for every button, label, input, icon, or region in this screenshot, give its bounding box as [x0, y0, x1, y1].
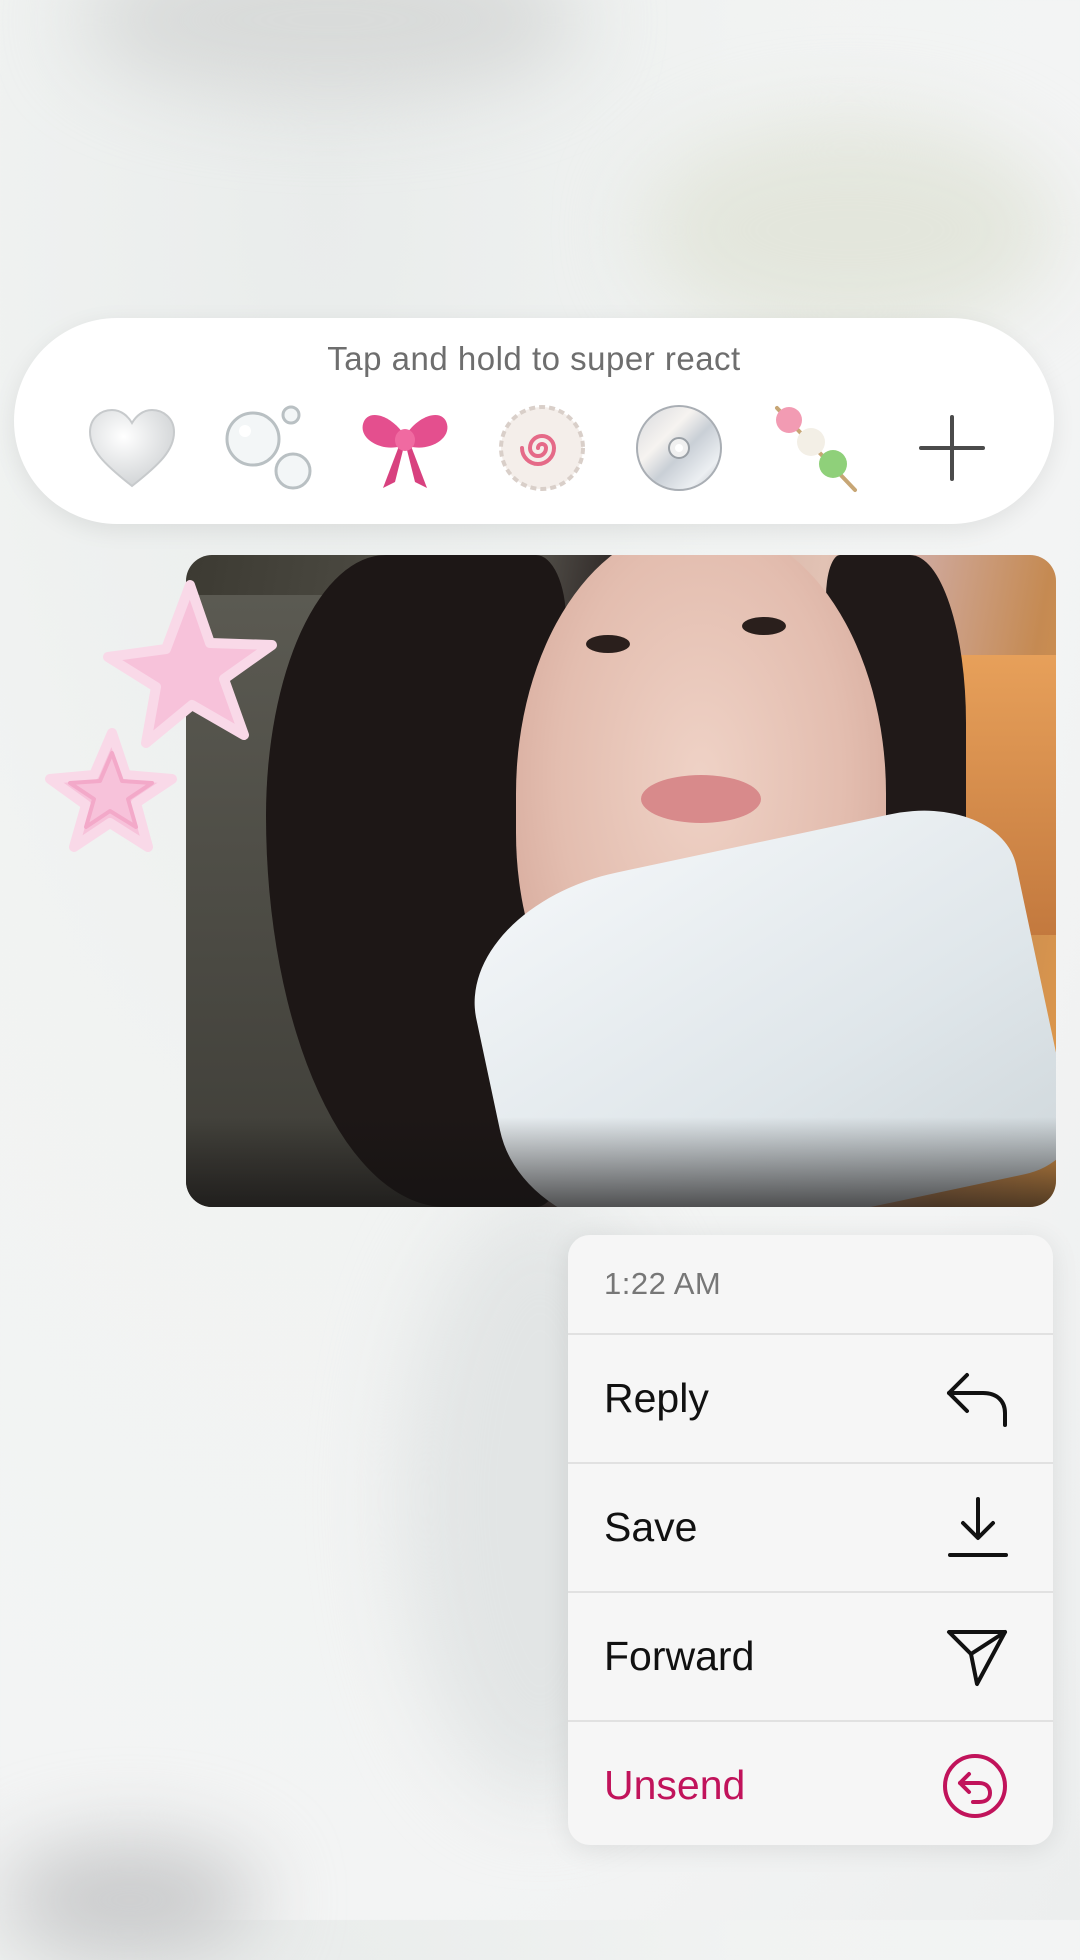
message-context-menu: 1:22 AM Reply Save Forward Unsend [568, 1235, 1053, 1845]
reply-label: Reply [604, 1375, 709, 1421]
save-label: Save [604, 1504, 698, 1550]
photo-eye-right [742, 617, 786, 635]
unsend-label: Unsend [604, 1762, 746, 1808]
dango-icon[interactable] [765, 398, 865, 498]
message-timestamp: 1:22 AM [568, 1235, 1053, 1335]
narutomaki-icon[interactable] [492, 398, 592, 498]
add-reaction-icon[interactable] [902, 398, 1002, 498]
photo-shadow [186, 1117, 1056, 1207]
background-blur [0, 1840, 260, 1960]
white-heart-icon[interactable] [82, 398, 182, 498]
save-menu-item[interactable]: Save [568, 1464, 1053, 1593]
photo-lips [641, 775, 761, 823]
paper-plane-icon [945, 1626, 1009, 1688]
forward-menu-item[interactable]: Forward [568, 1593, 1053, 1722]
reaction-hint: Tap and hold to super react [327, 340, 741, 377]
forward-label: Forward [604, 1633, 755, 1679]
unsend-menu-item[interactable]: Unsend [568, 1722, 1053, 1845]
bubbles-icon[interactable] [219, 398, 319, 498]
download-icon [947, 1495, 1009, 1561]
background-blur [640, 120, 1060, 340]
reply-arrow-icon [943, 1369, 1009, 1429]
reaction-bar: Tap and hold to super react [14, 318, 1054, 524]
pink-bow-icon[interactable] [355, 398, 455, 498]
reply-menu-item[interactable]: Reply [568, 1335, 1053, 1464]
disc-icon[interactable] [629, 398, 729, 498]
unsend-circle-icon [941, 1752, 1009, 1820]
reaction-emoji-row [82, 398, 1002, 498]
background-blur [80, 0, 580, 100]
photo-message[interactable] [186, 555, 1056, 1207]
photo-eye-left [586, 635, 630, 653]
